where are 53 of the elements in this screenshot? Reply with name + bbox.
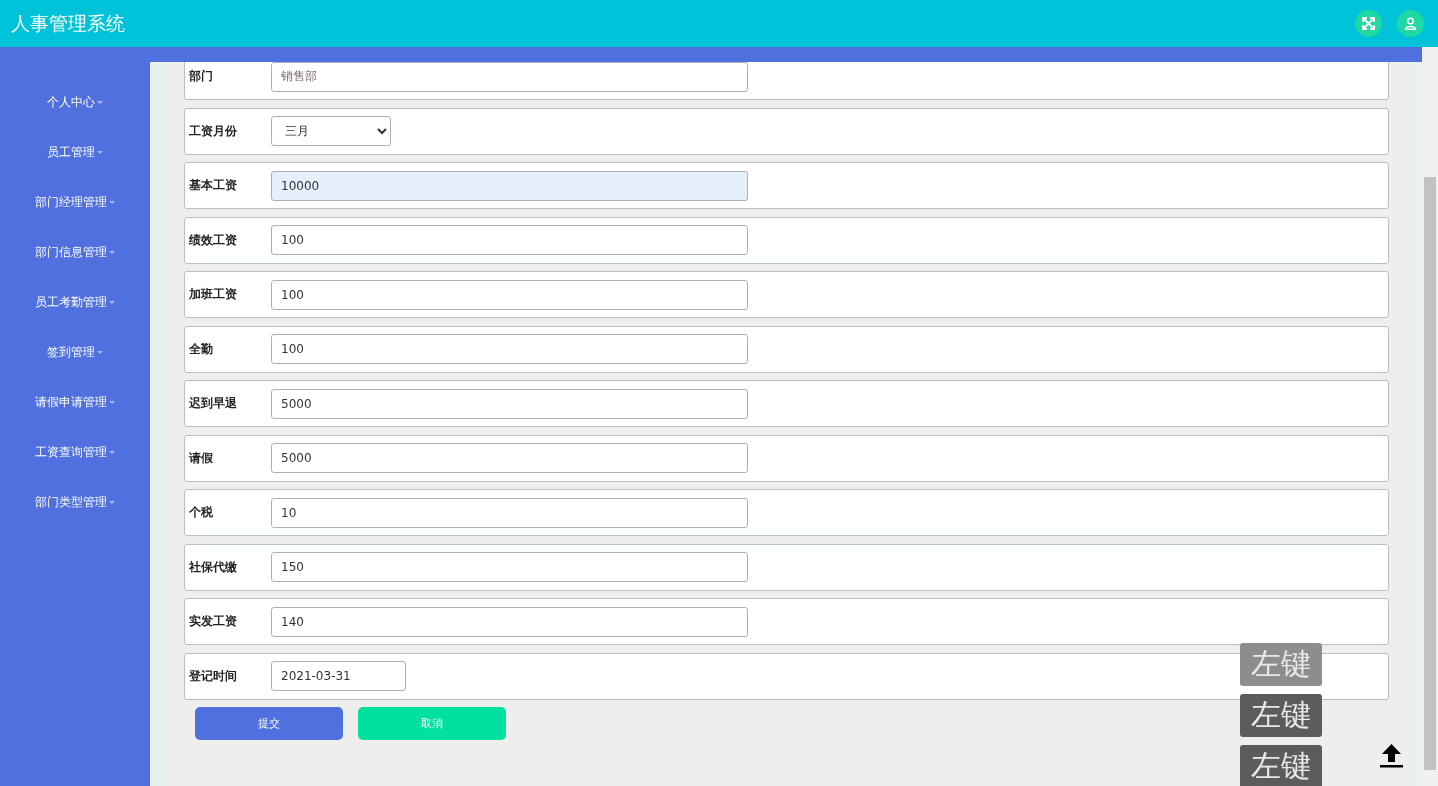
sidebar-menu-item[interactable]: 员工管理 [47, 143, 95, 161]
input-field[interactable]: 10000 [271, 170, 748, 201]
key-press-overlay: 左键 [1240, 643, 1322, 686]
caret-icon [109, 200, 115, 204]
field-label: 登记时间 [189, 667, 238, 685]
key-press-overlay: 左键 [1240, 694, 1322, 737]
sidebar-menu-item[interactable]: 部门经理管理 [35, 193, 107, 211]
field-label: 部门 [189, 68, 214, 85]
submit-button[interactable]: 提交 [195, 707, 343, 740]
user-button[interactable] [1397, 10, 1424, 37]
input-field[interactable]: 100 [271, 334, 748, 364]
caret-icon [97, 350, 103, 354]
sidebar-menu-item[interactable]: 部门信息管理 [35, 243, 107, 261]
input-field[interactable]: 100 [271, 279, 748, 310]
input-field[interactable]: 150 [271, 552, 748, 582]
input-field[interactable]: 5000 [271, 443, 748, 473]
input-field[interactable]: 140 [271, 606, 748, 637]
month-select[interactable]: 三月 [271, 116, 391, 146]
input-field[interactable]: 销售部 [271, 62, 748, 92]
input-field[interactable]: 10 [271, 497, 748, 528]
sidebar-menu-item[interactable]: 部门类型管理 [35, 493, 107, 511]
input-field[interactable]: 5000 [271, 388, 748, 419]
caret-icon [97, 150, 103, 154]
field-label: 加班工资 [189, 286, 238, 303]
caret-icon [109, 300, 115, 304]
sidebar-menu-item[interactable]: 请假申请管理 [35, 393, 107, 411]
caret-icon [109, 250, 115, 254]
input-field[interactable]: 100 [271, 225, 748, 255]
caret-icon [109, 500, 115, 504]
back-to-top-icon[interactable] [1378, 742, 1405, 769]
sidebar-menu-item[interactable]: 员工考勤管理 [35, 293, 107, 311]
field-label: 迟到早退 [189, 395, 238, 412]
date-field[interactable]: 2021-03-31 [271, 661, 406, 691]
app-title: 人事管理系统 [11, 10, 126, 36]
field-label: 实发工资 [189, 613, 238, 630]
field-label: 工资月份 [189, 122, 238, 140]
caret-icon [97, 100, 103, 104]
field-label: 基本工资 [189, 177, 238, 194]
expand-icon [1362, 17, 1375, 30]
sidebar-menu-item[interactable]: 个人中心 [47, 93, 95, 111]
field-label: 全勤 [189, 340, 214, 358]
field-label: 绩效工资 [189, 231, 238, 249]
scrollbar[interactable] [1422, 47, 1438, 786]
field-label: 个税 [189, 504, 214, 521]
fullscreen-button[interactable] [1355, 10, 1382, 37]
sidebar-menu-item[interactable]: 签到管理 [47, 343, 95, 361]
caret-icon [109, 450, 115, 454]
field-label: 社保代缴 [189, 558, 238, 576]
field-label: 请假 [189, 449, 214, 467]
caret-icon [109, 400, 115, 404]
key-press-overlay: 左键 [1240, 745, 1322, 786]
user-icon [1404, 17, 1417, 30]
sidebar-menu-item[interactable]: 工资查询管理 [35, 443, 107, 461]
